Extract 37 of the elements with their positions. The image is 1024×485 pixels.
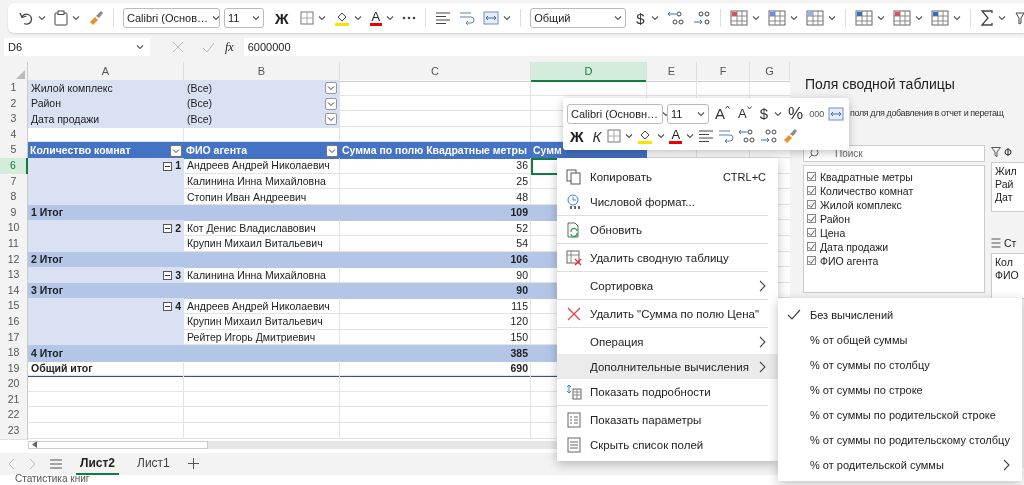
table-cell-text: 48 bbox=[515, 189, 529, 205]
area-title: Ст bbox=[1004, 237, 1017, 249]
table-cell-text: Крупин Михаил Витальевич bbox=[186, 236, 324, 252]
table-cell-text: Андреев Андрей Николаевич bbox=[186, 158, 331, 174]
header-label: ФИО агента bbox=[186, 142, 247, 158]
table-cell-text: Андреев Андрей Николаевич bbox=[186, 298, 331, 314]
table-cell: Дата продажи bbox=[28, 111, 184, 128]
header-cell: Сумма по полю Квадратные метры bbox=[340, 142, 531, 159]
table-cell-text: Стопин Иван Андреевич bbox=[186, 189, 308, 205]
filter-value: (Все) bbox=[187, 96, 213, 112]
area-title: Ф bbox=[1004, 146, 1012, 158]
header-label: Количество комнат bbox=[30, 142, 131, 158]
table-cell-text: 52 bbox=[515, 220, 529, 236]
panel-title: Поля сводной таблицы bbox=[805, 76, 956, 92]
table-cell-text: 150 bbox=[509, 330, 529, 345]
group-label: 2 bbox=[175, 220, 181, 236]
filter-value: (Все) bbox=[187, 111, 213, 127]
group-label: 1 bbox=[175, 158, 181, 174]
table-cell-text: 54 bbox=[515, 236, 529, 252]
table-cell: Жилой комплекс bbox=[28, 80, 184, 97]
table-cell: 385 bbox=[340, 345, 531, 362]
table-cell-text: 25 bbox=[515, 174, 529, 190]
table-cell-text: Калинина Инна Михайловна bbox=[186, 174, 327, 190]
filter-value: (Все) bbox=[187, 80, 213, 96]
table-cell-text: Крупин Михаил Витальевич bbox=[186, 314, 324, 330]
table-cell-text: 36 bbox=[515, 158, 529, 174]
table-cell-text: Калинина Инна Михайловна bbox=[186, 267, 327, 283]
table-cell-text: Рейтер Игорь Дмитриевич bbox=[186, 330, 317, 345]
table-cell-text: 115 bbox=[510, 298, 529, 314]
table-cell-text: Кот Денис Владиславович bbox=[186, 220, 317, 236]
table-cell: 4 Итог bbox=[28, 345, 184, 362]
table-cell-text: 120 bbox=[509, 314, 529, 330]
shortcut-label: CTRL+C bbox=[722, 170, 766, 183]
group-label: 4 bbox=[175, 298, 181, 314]
group-label: 3 bbox=[175, 267, 181, 283]
table-cell-text: 90 bbox=[515, 267, 529, 283]
panel-hint: поля для добавления в отчет и перетащ bbox=[850, 108, 1005, 118]
